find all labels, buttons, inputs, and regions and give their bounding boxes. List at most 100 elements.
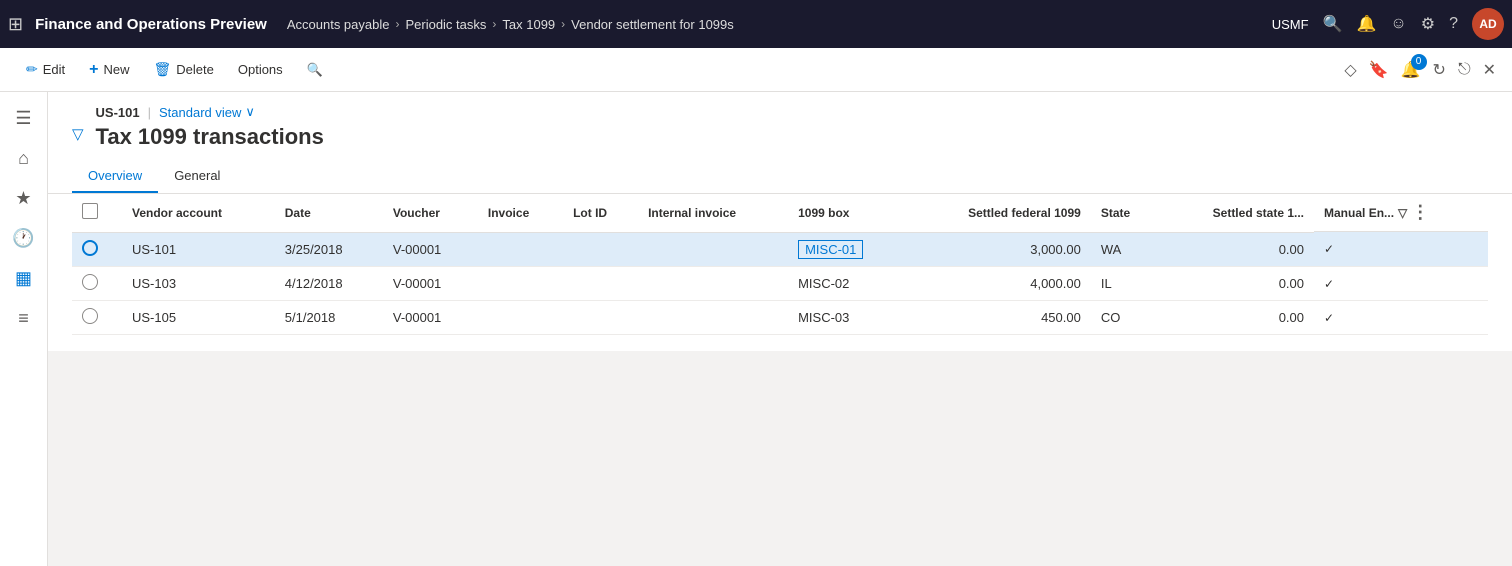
sidebar-home-icon[interactable]: ⌂	[6, 140, 42, 176]
left-sidebar: ☰ ⌂ ★ 🕐 ▦ ≡	[0, 92, 48, 566]
th-checkbox	[72, 194, 122, 232]
breadcrumb-accounts-payable[interactable]: Accounts payable	[287, 17, 390, 32]
row-1-check-icon: ✓	[1324, 242, 1334, 256]
row-3-check-icon: ✓	[1324, 311, 1334, 325]
standard-view-label: Standard view	[159, 105, 241, 120]
breadcrumb-periodic-tasks[interactable]: Periodic tasks	[405, 17, 486, 32]
apps-grid-icon[interactable]: ⊞	[8, 14, 23, 35]
standard-view-selector[interactable]: Standard view ∨	[159, 104, 255, 120]
row-1-vendor: US-101	[122, 232, 275, 266]
user-avatar[interactable]: AD	[1472, 8, 1504, 40]
notification-icon[interactable]: 🔔 0	[1401, 60, 1421, 80]
refresh-icon[interactable]: ↻	[1433, 60, 1446, 80]
bell-icon[interactable]: 🔔	[1356, 14, 1376, 34]
row-1-settled-state: 0.00	[1159, 232, 1314, 266]
page-filter-icon[interactable]: ▽	[72, 125, 84, 143]
table-row[interactable]: US-103 4/12/2018 V-00001 MISC-02 4,000.0…	[72, 266, 1488, 300]
command-search-icon: 🔍	[307, 62, 323, 78]
org-label: USMF	[1272, 17, 1309, 32]
options-button[interactable]: Options	[228, 57, 293, 82]
breadcrumb-sep-2: ›	[492, 17, 496, 31]
cmd-right-icon-group: ◇ 🔖 🔔 0 ↻ ⎋ ✕	[1344, 60, 1496, 80]
new-button[interactable]: + New	[79, 56, 139, 84]
vendor-id-label: US-101	[96, 105, 140, 120]
main-layout: ☰ ⌂ ★ 🕐 ▦ ≡ ▽ US-101 | Standard view	[0, 92, 1512, 566]
row-2-checkbox-cell	[72, 266, 122, 300]
row-3-voucher: V-00001	[383, 300, 478, 334]
row-1-1099-box[interactable]: MISC-01	[788, 232, 906, 266]
th-date: Date	[275, 194, 383, 232]
row-2-state: IL	[1091, 266, 1160, 300]
row-2-checkbox[interactable]	[82, 274, 98, 290]
table-filter-icon[interactable]: ▽	[1398, 206, 1407, 220]
main-content: ▽ US-101 | Standard view ∨ Tax 1099 tran…	[48, 92, 1512, 566]
row-3-checkbox[interactable]	[82, 308, 98, 324]
row-3-lot-id	[563, 300, 638, 334]
open-external-icon[interactable]: ⎋	[1458, 61, 1471, 79]
row-3-invoice	[478, 300, 563, 334]
row-3-checkbox-cell	[72, 300, 122, 334]
new-plus-icon: +	[89, 61, 98, 79]
breadcrumb-tax-1099[interactable]: Tax 1099	[502, 17, 555, 32]
th-1099-box: 1099 box	[788, 194, 906, 232]
tab-overview[interactable]: Overview	[72, 160, 158, 193]
table-row[interactable]: US-105 5/1/2018 V-00001 MISC-03 450.00 C…	[72, 300, 1488, 334]
view-separator: |	[148, 105, 151, 120]
header-checkbox[interactable]	[82, 203, 98, 219]
diamond-icon[interactable]: ◇	[1344, 60, 1356, 80]
sidebar-modules-icon[interactable]: ≡	[6, 300, 42, 336]
th-manual-en: Manual En... ▽ ⋮	[1314, 194, 1488, 232]
delete-button[interactable]: 🗑 Delete	[144, 56, 224, 83]
options-label: Options	[238, 62, 283, 77]
page-header: ▽ US-101 | Standard view ∨ Tax 1099 tran…	[48, 92, 1512, 194]
table-more-icon[interactable]: ⋮	[1411, 202, 1429, 223]
row-1-checkbox[interactable]	[82, 240, 98, 256]
notification-badge: 0	[1411, 54, 1427, 70]
close-icon[interactable]: ✕	[1483, 60, 1496, 80]
row-3-state: CO	[1091, 300, 1160, 334]
row-2-voucher: V-00001	[383, 266, 478, 300]
sidebar-recent-icon[interactable]: 🕐	[6, 220, 42, 256]
row-2-internal-invoice	[638, 266, 788, 300]
delete-label: Delete	[176, 62, 214, 77]
breadcrumb: Accounts payable › Periodic tasks › Tax …	[287, 17, 1272, 32]
th-state: State	[1091, 194, 1160, 232]
transactions-table: Vendor account Date Voucher Invoice	[72, 194, 1488, 335]
row-2-invoice	[478, 266, 563, 300]
search-icon[interactable]: 🔍	[1323, 14, 1343, 34]
row-3-date: 5/1/2018	[275, 300, 383, 334]
row-2-manual: ✓	[1314, 266, 1488, 300]
table-area: Vendor account Date Voucher Invoice	[48, 194, 1512, 351]
breadcrumb-sep-3: ›	[561, 17, 565, 31]
tab-general[interactable]: General	[158, 160, 236, 193]
row-3-settled-state: 0.00	[1159, 300, 1314, 334]
misc-01-link[interactable]: MISC-01	[798, 240, 863, 259]
sidebar-favorites-icon[interactable]: ★	[6, 180, 42, 216]
new-label: New	[103, 62, 129, 77]
row-1-invoice	[478, 232, 563, 266]
row-3-internal-invoice	[638, 300, 788, 334]
row-1-state: WA	[1091, 232, 1160, 266]
sidebar-menu-icon[interactable]: ☰	[6, 100, 42, 136]
page-title: Tax 1099 transactions	[96, 124, 324, 150]
settings-icon[interactable]: ⚙	[1421, 14, 1435, 34]
command-search-button[interactable]: 🔍	[297, 57, 333, 83]
row-1-manual: ✓	[1314, 232, 1488, 266]
top-bar-right-actions: USMF 🔍 🔔 ☺ ⚙ ? AD	[1272, 8, 1504, 40]
row-3-1099-box: MISC-03	[788, 300, 906, 334]
row-2-check-icon: ✓	[1324, 277, 1334, 291]
th-lot-id: Lot ID	[563, 194, 638, 232]
th-settled-state: Settled state 1...	[1159, 194, 1314, 232]
row-2-1099-box: MISC-02	[788, 266, 906, 300]
row-2-date: 4/12/2018	[275, 266, 383, 300]
bookmark-icon[interactable]: 🔖	[1369, 60, 1389, 80]
table-row[interactable]: US-101 3/25/2018 V-00001 MISC-01 3,000.0…	[72, 232, 1488, 266]
edit-button[interactable]: ✏ Edit	[16, 56, 75, 83]
sidebar-workspaces-icon[interactable]: ▦	[6, 260, 42, 296]
row-1-settled-federal: 3,000.00	[907, 232, 1091, 266]
th-internal-invoice: Internal invoice	[638, 194, 788, 232]
smiley-icon[interactable]: ☺	[1390, 15, 1406, 33]
th-vendor-account: Vendor account	[122, 194, 275, 232]
help-icon[interactable]: ?	[1449, 15, 1458, 33]
breadcrumb-vendor-settlement[interactable]: Vendor settlement for 1099s	[571, 17, 734, 32]
